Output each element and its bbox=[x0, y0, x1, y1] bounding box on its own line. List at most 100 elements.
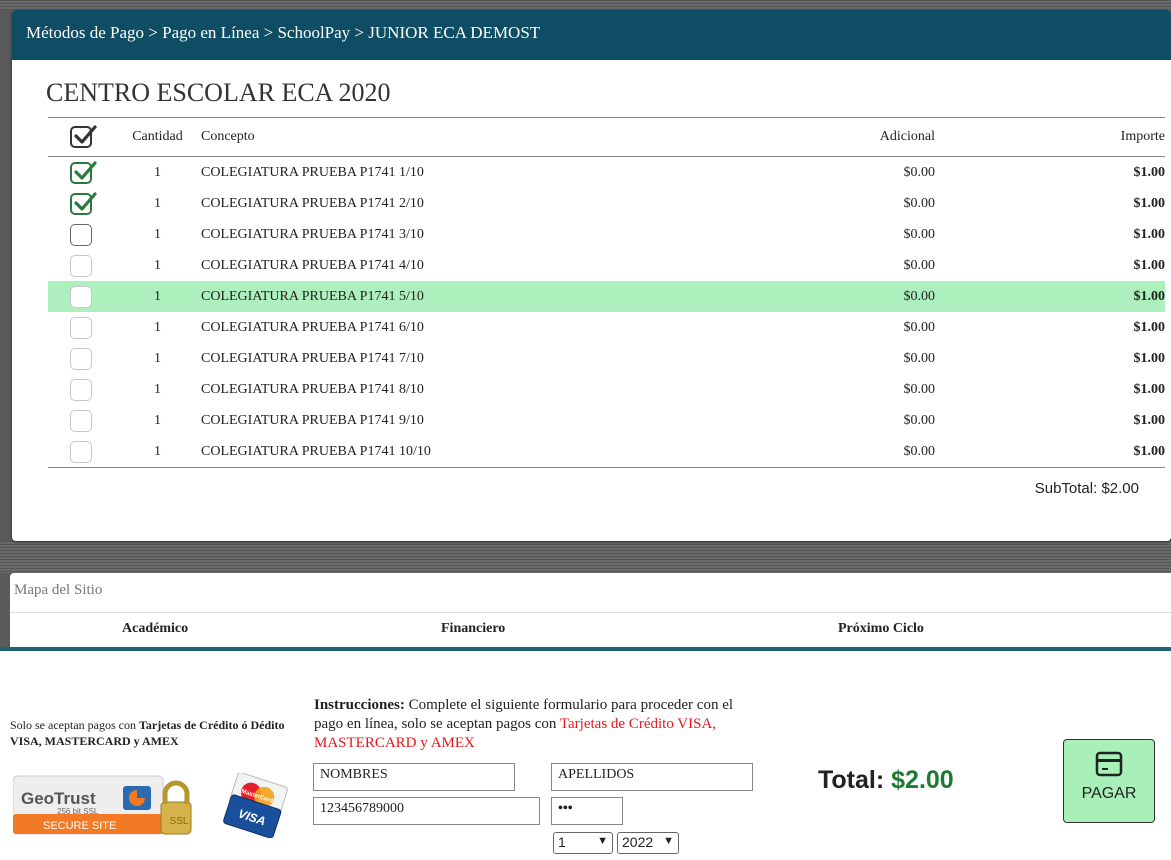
header-importe: Importe bbox=[935, 117, 1165, 157]
row-concept: COLEGIATURA PRUEBA P1741 8/10 bbox=[201, 381, 424, 397]
row-amount: $1.00 bbox=[1133, 381, 1166, 397]
table-row[interactable]: 1 COLEGIATURA PRUEBA P1741 3/10 $0.00 $1.00 bbox=[48, 219, 1165, 250]
breadcrumb: Métodos de Pago > Pago en Línea > School… bbox=[12, 10, 1171, 60]
row-additional: $0.00 bbox=[903, 257, 936, 273]
select-all-cell[interactable] bbox=[48, 117, 114, 157]
last-name-field[interactable]: APELLIDOS bbox=[551, 763, 753, 791]
header-concepto: Concepto bbox=[201, 117, 795, 157]
row-concept: COLEGIATURA PRUEBA P1741 9/10 bbox=[201, 412, 424, 428]
row-quantity: 1 bbox=[154, 195, 161, 211]
subtotal-label: SubTotal: bbox=[1034, 480, 1098, 497]
select-all-checkbox[interactable] bbox=[70, 125, 97, 148]
month-value: 1 bbox=[558, 834, 566, 850]
row-amount: $1.00 bbox=[1133, 226, 1166, 242]
row-concept: COLEGIATURA PRUEBA P1741 3/10 bbox=[201, 226, 424, 242]
row-checkbox[interactable] bbox=[70, 160, 97, 184]
row-checkbox[interactable] bbox=[70, 409, 92, 432]
first-name-field[interactable]: NOMBRES bbox=[313, 763, 515, 791]
row-checkbox-cell[interactable] bbox=[48, 219, 114, 250]
checkmark-icon bbox=[74, 125, 97, 144]
site-map-columns: Académico Financiero Próximo Ciclo bbox=[10, 613, 1171, 643]
instructions: Instrucciones: Complete el siguiente for… bbox=[314, 696, 734, 753]
row-quantity: 1 bbox=[154, 164, 161, 180]
payment-card: Métodos de Pago > Pago en Línea > School… bbox=[12, 10, 1171, 541]
row-quantity: 1 bbox=[154, 226, 161, 242]
row-checkbox-cell[interactable] bbox=[48, 436, 114, 468]
row-quantity: 1 bbox=[154, 412, 161, 428]
row-amount: $1.00 bbox=[935, 281, 1165, 312]
checkmark-icon bbox=[74, 191, 97, 211]
row-checkbox-cell[interactable] bbox=[48, 374, 114, 405]
site-map-title: Mapa del Sitio bbox=[10, 573, 1171, 613]
row-additional: $0.00 bbox=[903, 319, 936, 335]
table-row[interactable]: 1 COLEGIATURA PRUEBA P1741 4/10 $0.00 $1.00 bbox=[48, 250, 1165, 281]
table-row[interactable]: 1 COLEGIATURA PRUEBA P1741 1/10 $0.00 $1.00 bbox=[48, 157, 1165, 189]
row-checkbox[interactable] bbox=[70, 316, 92, 339]
table-row[interactable]: 1 COLEGIATURA PRUEBA P1741 2/10 $0.00 $1.00 bbox=[48, 188, 1165, 219]
row-quantity: 1 bbox=[154, 350, 161, 366]
row-checkbox-cell[interactable] bbox=[48, 157, 114, 189]
row-checkbox[interactable] bbox=[70, 347, 92, 370]
row-checkbox-cell[interactable] bbox=[48, 250, 114, 281]
row-checkbox[interactable] bbox=[70, 223, 92, 246]
school-title: CENTRO ESCOLAR ECA 2020 bbox=[46, 78, 391, 107]
row-checkbox-cell[interactable] bbox=[48, 281, 114, 312]
geotrust-bits: 256 bit SSL bbox=[57, 807, 99, 816]
table-row[interactable]: 1 COLEGIATURA PRUEBA P1741 8/10 $0.00 $1.00 bbox=[48, 374, 1165, 405]
header-cantidad: Cantidad bbox=[114, 117, 201, 157]
subtotal: SubTotal: $2.00 bbox=[1035, 480, 1139, 497]
header-adicional: Adicional bbox=[795, 117, 935, 157]
background-strip-middle bbox=[0, 541, 1171, 573]
table-row[interactable]: 1 COLEGIATURA PRUEBA P1741 7/10 $0.00 $1.00 bbox=[48, 343, 1165, 374]
site-map-title-text: Mapa del Sitio bbox=[14, 582, 103, 598]
total-value: $2.00 bbox=[891, 766, 954, 794]
row-checkbox-cell[interactable] bbox=[48, 405, 114, 436]
row-checkbox-cell[interactable] bbox=[48, 188, 114, 219]
row-quantity: 1 bbox=[154, 381, 161, 397]
row-additional: $0.00 bbox=[795, 436, 935, 468]
payment-form-panel: Solo se aceptan pagos con Tarjetas de Cr… bbox=[0, 651, 1171, 860]
credit-cards-icon: MasterCard VISA bbox=[222, 772, 292, 839]
row-additional: $0.00 bbox=[903, 381, 936, 397]
chevron-down-icon: ▼ bbox=[663, 835, 674, 847]
row-concept: COLEGIATURA PRUEBA P1741 2/10 bbox=[201, 195, 424, 211]
credit-card-icon bbox=[1095, 751, 1123, 777]
row-additional: $0.00 bbox=[795, 281, 935, 312]
row-quantity: 1 bbox=[114, 281, 201, 312]
checkmark-icon bbox=[74, 160, 97, 180]
row-checkbox-cell[interactable] bbox=[48, 312, 114, 343]
row-checkbox[interactable] bbox=[70, 440, 92, 463]
table-row[interactable]: 1 COLEGIATURA PRUEBA P1741 5/10 $0.00 $1.00 bbox=[48, 281, 1165, 312]
row-amount: $1.00 bbox=[1133, 257, 1166, 273]
row-amount: $1.00 bbox=[1133, 319, 1166, 335]
row-checkbox[interactable] bbox=[70, 378, 92, 401]
site-map-financiero[interactable]: Financiero bbox=[441, 621, 505, 637]
site-map-academico[interactable]: Académico bbox=[122, 621, 188, 637]
note-prefix: Solo se aceptan pagos con bbox=[10, 718, 139, 732]
accepted-cards-note: Solo se aceptan pagos con Tarjetas de Cr… bbox=[10, 717, 310, 749]
row-additional: $0.00 bbox=[903, 226, 936, 242]
row-concept: COLEGIATURA PRUEBA P1741 7/10 bbox=[201, 350, 424, 366]
row-quantity: 1 bbox=[154, 257, 161, 273]
row-quantity: 1 bbox=[154, 319, 161, 335]
total: Total: $2.00 bbox=[818, 766, 954, 795]
pay-button[interactable]: PAGAR bbox=[1063, 739, 1155, 823]
table-row[interactable]: 1 COLEGIATURA PRUEBA P1741 10/10 $0.00 $1.0… bbox=[48, 436, 1165, 468]
table-row[interactable]: 1 COLEGIATURA PRUEBA P1741 9/10 $0.00 $1.00 bbox=[48, 405, 1165, 436]
row-checkbox-cell[interactable] bbox=[48, 343, 114, 374]
card-number-field[interactable]: 123456789000 bbox=[313, 797, 540, 825]
table-header-row: Cantidad Concepto Adicional Importe bbox=[48, 117, 1165, 157]
table-row[interactable]: 1 COLEGIATURA PRUEBA P1741 6/10 $0.00 $1.00 bbox=[48, 312, 1165, 343]
expiry-year-select[interactable]: 2022 ▼ bbox=[617, 832, 679, 854]
expiry-month-select[interactable]: 1 ▼ bbox=[553, 832, 613, 854]
items-table: Cantidad Concepto Adicional Importe 1 COL… bbox=[48, 117, 1165, 468]
row-concept: COLEGIATURA PRUEBA P1741 6/10 bbox=[201, 319, 424, 335]
cvv-field[interactable]: ••• bbox=[551, 797, 623, 825]
site-map: Mapa del Sitio Académico Financiero Próx… bbox=[10, 573, 1171, 647]
row-checkbox[interactable] bbox=[70, 191, 97, 215]
year-value: 2022 bbox=[622, 834, 654, 850]
row-checkbox[interactable] bbox=[70, 285, 92, 308]
row-checkbox[interactable] bbox=[70, 254, 92, 277]
site-map-proximo-ciclo[interactable]: Próximo Ciclo bbox=[838, 621, 924, 637]
row-concept: COLEGIATURA PRUEBA P1741 5/10 bbox=[201, 281, 795, 312]
